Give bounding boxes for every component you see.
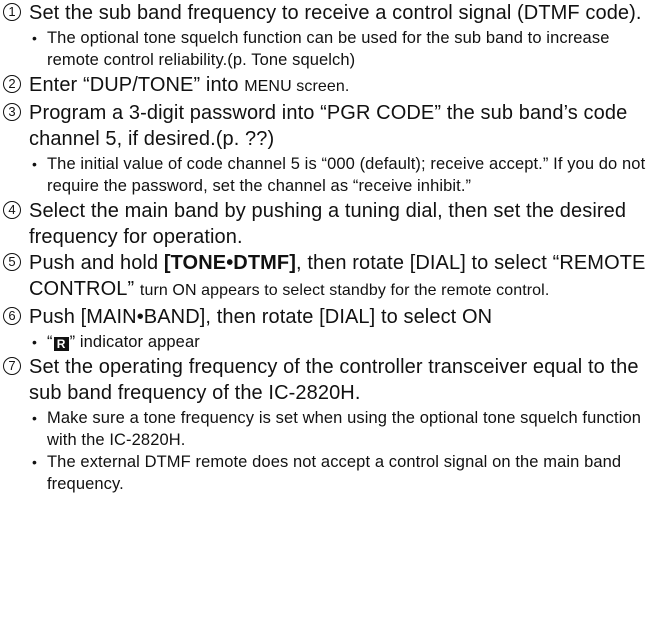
bullet-icon: •	[32, 454, 38, 470]
note-text: “	[47, 333, 53, 351]
step-text-part: Set the operating frequency of the contr…	[29, 356, 639, 404]
step-text-part: Select the main band by pushing a tuning…	[29, 200, 627, 248]
step-text: Set the sub band frequency to receive a …	[29, 0, 653, 26]
step-text: Program a 3-digit password into “PGR COD…	[29, 100, 653, 152]
note-item: • “R” indicator appear	[28, 331, 653, 353]
step-number-circle: 4	[3, 201, 21, 219]
step-text-part: Push [MAIN•BAND], then rotate [DIAL] to …	[29, 306, 493, 328]
step-notes: • The optional tone squelch function can …	[29, 27, 653, 71]
note-item: • Make sure a tone frequency is set when …	[28, 407, 653, 451]
note-item: • The initial value of code channel 5 is …	[28, 153, 653, 197]
note-item: • The external DTMF remote does not accep…	[28, 451, 653, 495]
step-notes: • “R” indicator appear	[29, 331, 653, 353]
steps-list: 1 Set the sub band frequency to receive a…	[2, 0, 653, 495]
step-number-circle: 5	[3, 253, 21, 271]
step-item: 7 Set the operating frequency of the cont…	[2, 354, 653, 495]
remote-indicator-icon: R	[53, 337, 69, 351]
bullet-icon: •	[32, 334, 38, 350]
step-number-circle: 3	[3, 103, 21, 121]
note-text: The optional tone squelch function can b…	[47, 29, 610, 69]
bullet-icon: •	[32, 410, 38, 426]
step-text-part: MENU screen.	[244, 78, 350, 95]
step-notes: • The initial value of code channel 5 is …	[29, 153, 653, 197]
step-text-part: turn ON appears to select standby for th…	[139, 282, 550, 299]
note-text: The external DTMF remote does not accept…	[47, 453, 622, 493]
step-notes: • Make sure a tone frequency is set when …	[29, 407, 653, 495]
instruction-page: 1 Set the sub band frequency to receive a…	[0, 0, 653, 642]
note-text: Make sure a tone frequency is set when u…	[47, 409, 642, 449]
note-text: The initial value of code channel 5 is “…	[47, 155, 646, 195]
step-item: 1 Set the sub band frequency to receive a…	[2, 0, 653, 71]
step-text: Select the main band by pushing a tuning…	[29, 198, 653, 250]
step-number-circle: 2	[3, 75, 21, 93]
step-text-part: Push and hold	[29, 252, 164, 274]
step-number-circle: 1	[3, 3, 21, 21]
step-item: 6 Push [MAIN•BAND], then rotate [DIAL] to…	[2, 304, 653, 353]
step-text-part: [TONE•DTMF]	[163, 252, 296, 274]
step-text-part: Set the sub band frequency to receive a …	[29, 2, 642, 24]
bullet-icon: •	[32, 30, 38, 46]
step-number-circle: 7	[3, 357, 21, 375]
bullet-icon: •	[32, 156, 38, 172]
step-item: 2 Enter “DUP/TONE” into MENU screen.	[2, 72, 653, 100]
step-text: Push and hold [TONE•DTMF], then rotate […	[29, 250, 653, 304]
step-text-part: Enter “DUP/TONE” into	[29, 74, 245, 96]
step-text: Set the operating frequency of the contr…	[29, 354, 653, 406]
step-text: Push [MAIN•BAND], then rotate [DIAL] to …	[29, 304, 653, 330]
step-text: Enter “DUP/TONE” into MENU screen.	[29, 72, 653, 100]
note-text: ” indicator appear	[69, 333, 200, 351]
step-text-part: Program a 3-digit password into “PGR COD…	[29, 102, 628, 150]
note-item: • The optional tone squelch function can …	[28, 27, 653, 71]
step-item: 4 Select the main band by pushing a tunin…	[2, 198, 653, 250]
step-item: 3 Program a 3-digit password into “PGR CO…	[2, 100, 653, 197]
step-item: 5 Push and hold [TONE•DTMF], then rotate …	[2, 250, 653, 304]
step-number-circle: 6	[3, 307, 21, 325]
